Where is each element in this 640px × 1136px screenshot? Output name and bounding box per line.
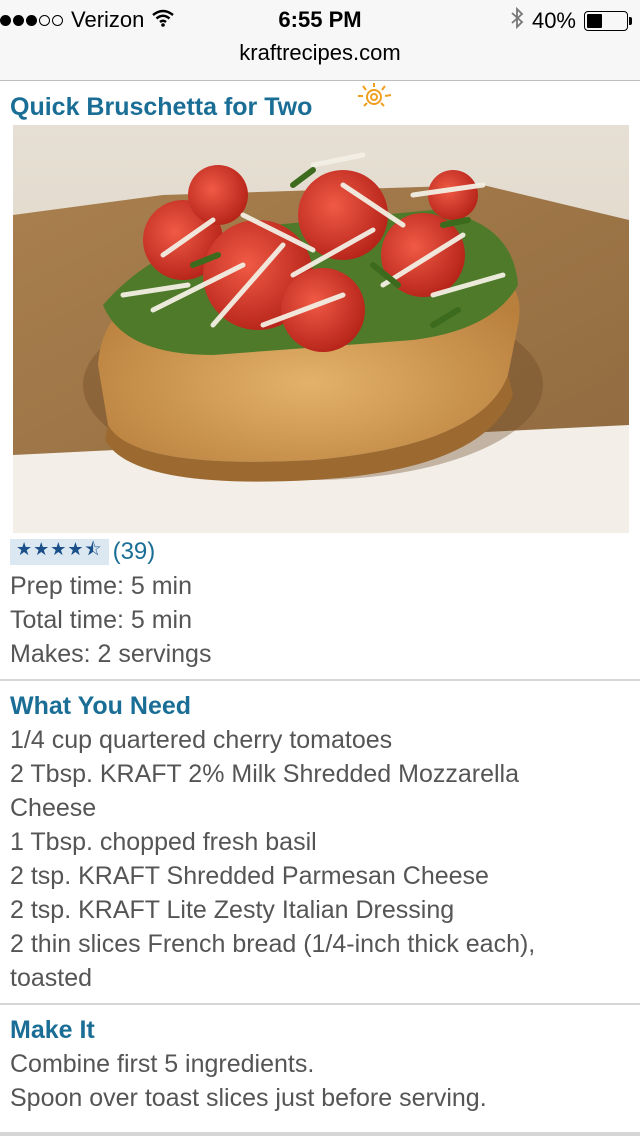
status-bar: Verizon 6:55 PM 40% [0, 0, 640, 40]
ingredients-list: 1/4 cup quartered cherry tomatoes 2 Tbsp… [10, 723, 630, 995]
ingredient-line: 1 Tbsp. chopped fresh basil [10, 828, 317, 856]
recipe-title[interactable]: Quick Bruschetta for Two [10, 93, 312, 122]
divider [0, 679, 640, 681]
rating-stars-icon[interactable]: ★★★★⯪ [10, 539, 109, 565]
servings: Makes: 2 servings [10, 640, 212, 668]
bruschetta-photo [13, 125, 629, 533]
instructions-list: Combine first 5 ingredients. Spoon over … [10, 1047, 630, 1115]
recipe-content: Quick Bruschetta for Two ★★★★⯪ (39) Prep… [0, 81, 640, 1115]
status-right: 40% [510, 6, 632, 35]
what-you-need-heading: What You Need [10, 692, 192, 720]
battery-percent: 40% [531, 8, 576, 33]
ingredient-line: 2 Tbsp. KRAFT 2% Milk Shredded Mozzarell… [10, 760, 520, 788]
address-bar[interactable]: kraftrecipes.com [0, 40, 640, 81]
ingredient-line: 2 thin slices French bread (1/4-inch thi… [10, 930, 536, 958]
ingredient-line: 2 tsp. KRAFT Lite Zesty Italian Dressing [10, 896, 455, 924]
url-text[interactable]: kraftrecipes.com [239, 40, 400, 65]
sun-icon [350, 81, 398, 122]
battery-level [587, 14, 603, 28]
bottom-divider [0, 1132, 640, 1136]
make-it-heading: Make It [10, 1016, 95, 1044]
instruction-line: Spoon over toast slices just before serv… [10, 1084, 487, 1112]
rating-count-link[interactable]: (39) [113, 538, 156, 566]
ingredient-line: 1/4 cup quartered cherry tomatoes [10, 726, 393, 754]
rating-row[interactable]: ★★★★⯪ (39) [10, 535, 630, 569]
divider [0, 1003, 640, 1005]
title-row: Quick Bruschetta for Two [10, 81, 630, 125]
instruction-line: Combine first 5 ingredients. [10, 1050, 315, 1078]
ingredient-line: toasted [10, 964, 93, 992]
ingredient-line: 2 tsp. KRAFT Shredded Parmesan Cheese [10, 862, 489, 890]
total-time: Total time: 5 min [10, 606, 193, 634]
prep-time: Prep time: 5 min [10, 572, 193, 600]
battery-icon [584, 11, 632, 31]
bluetooth-icon [510, 6, 524, 35]
ingredient-line: Cheese [10, 794, 97, 822]
